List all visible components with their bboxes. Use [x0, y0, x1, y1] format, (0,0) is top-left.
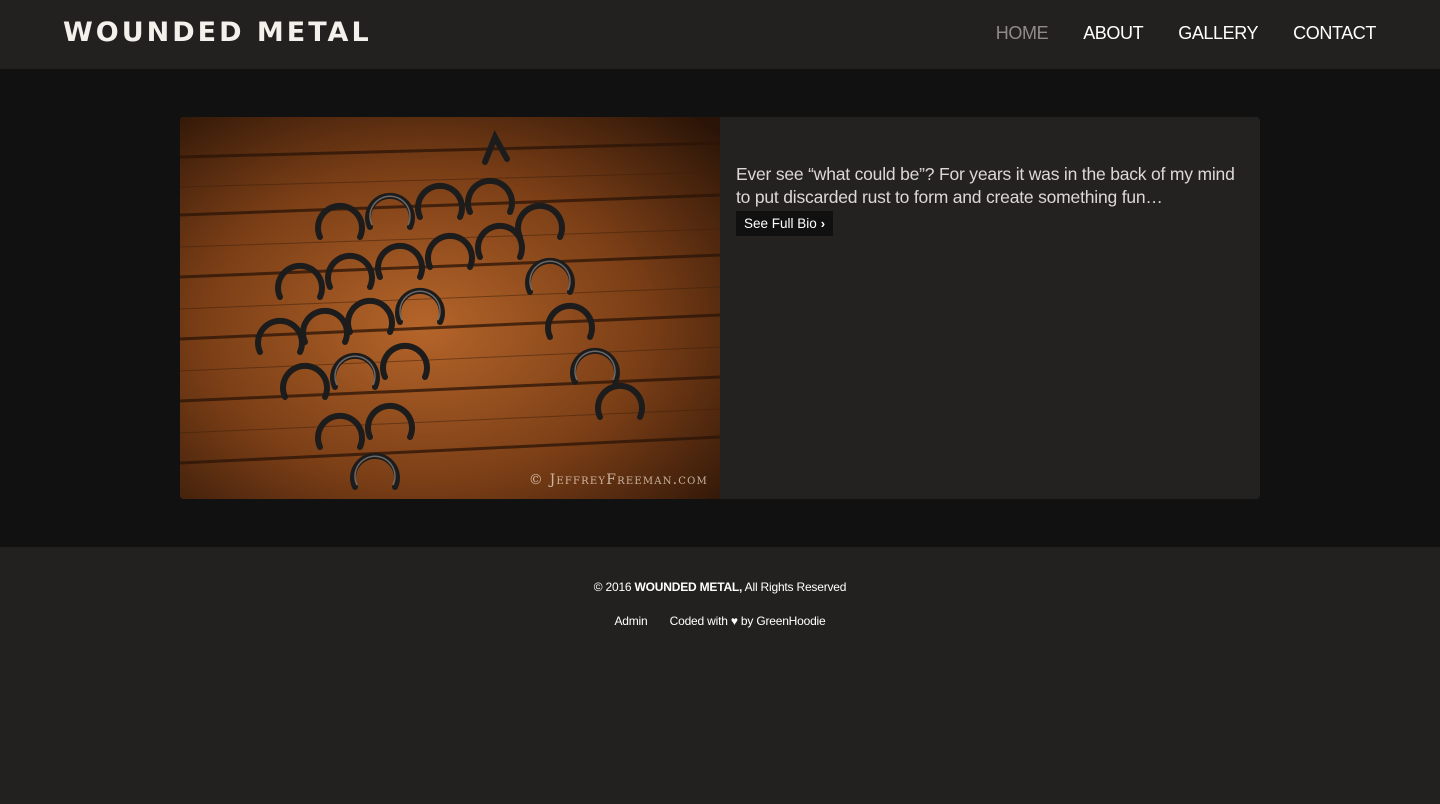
main-content: © JeffreyFreeman.com Ever see “what coul…	[0, 69, 1440, 547]
feature-image: © JeffreyFreeman.com	[180, 117, 720, 499]
nav-home[interactable]: HOME	[996, 23, 1049, 44]
feature-card: © JeffreyFreeman.com Ever see “what coul…	[180, 117, 1260, 499]
site-header: WOUNDED METAL HOME ABOUT GALLERY CONTACT	[0, 0, 1440, 69]
horseshoe-sculpture-photo	[180, 117, 720, 499]
bio-section: Ever see “what could be”? For years it w…	[736, 163, 1246, 236]
photo-watermark: © JeffreyFreeman.com	[528, 472, 708, 488]
see-full-bio-button[interactable]: See Full Bio ›	[736, 211, 834, 236]
copyright-notice: © 2016 WOUNDED METAL, All Rights Reserve…	[0, 580, 1440, 594]
footer-links: Admin Coded with ♥ by GreenHoodie	[0, 614, 1440, 628]
coded-with-text: Coded with	[669, 614, 728, 628]
nav-contact[interactable]: CONTACT	[1293, 23, 1376, 44]
nav-about[interactable]: ABOUT	[1083, 23, 1143, 44]
chevron-right-icon: ›	[820, 216, 826, 231]
brand-logo[interactable]: WOUNDED METAL	[63, 17, 372, 48]
copyright-suffix: All Rights Reserved	[744, 580, 847, 594]
copyright-brand: WOUNDED METAL,	[634, 580, 743, 594]
heart-icon: ♥	[730, 614, 738, 628]
bio-text: Ever see “what could be”? For years it w…	[736, 164, 1235, 207]
copyright-prefix: © 2016	[593, 580, 632, 594]
main-nav: HOME ABOUT GALLERY CONTACT	[961, 23, 1377, 44]
nav-gallery[interactable]: GALLERY	[1178, 23, 1258, 44]
see-full-bio-label: See Full Bio	[744, 216, 817, 231]
admin-link[interactable]: Admin	[614, 614, 647, 628]
site-footer: © 2016 WOUNDED METAL, All Rights Reserve…	[0, 547, 1440, 804]
greenhoodie-link[interactable]: by GreenHoodie	[741, 614, 826, 628]
